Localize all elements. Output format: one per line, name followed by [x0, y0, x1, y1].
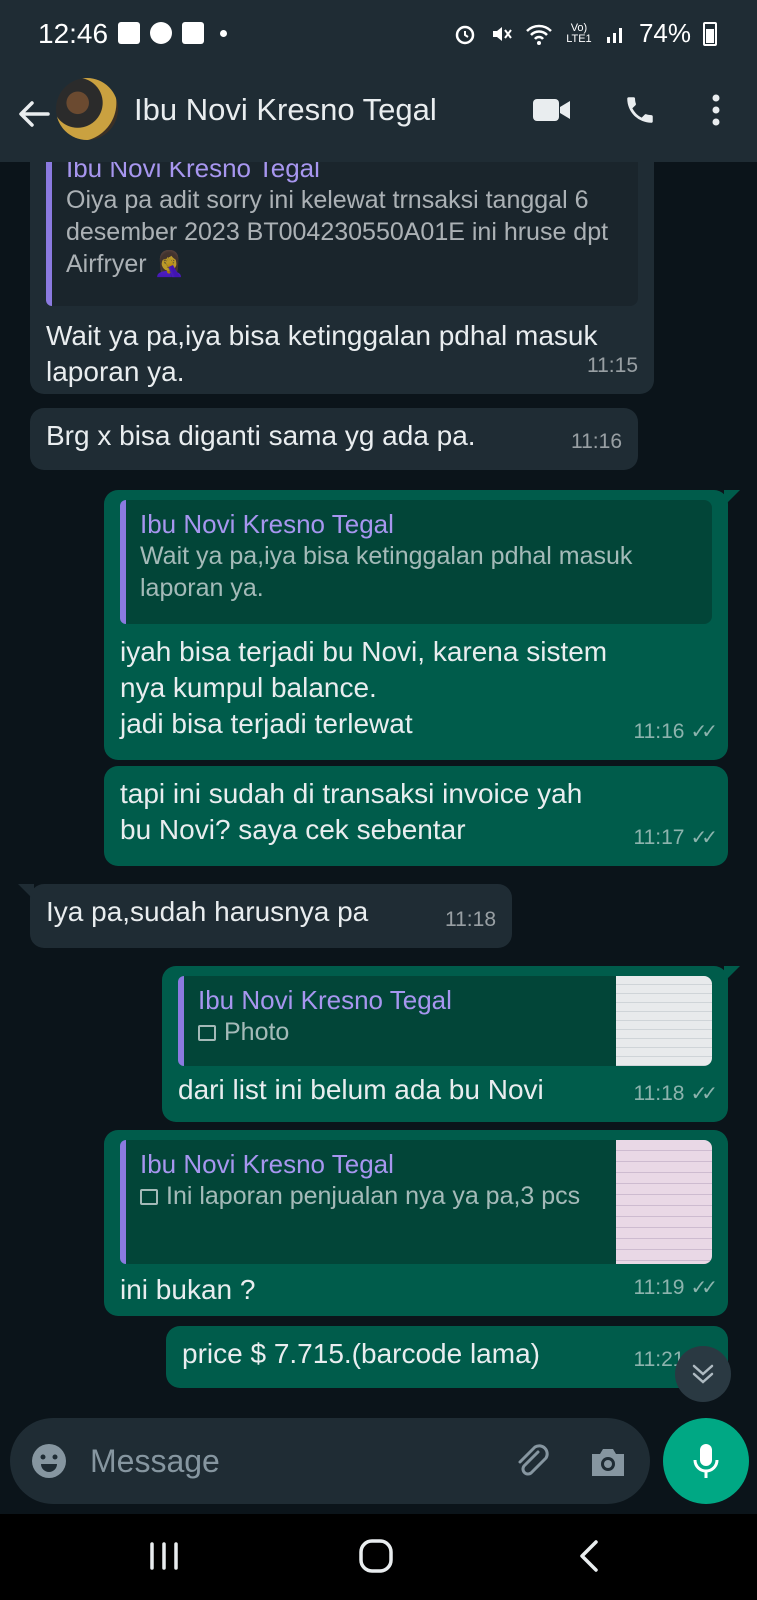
message-text: dari list ini belum ada bu Novi [178, 1074, 544, 1105]
paperclip-icon[interactable] [510, 1440, 554, 1484]
bubble-tail [724, 490, 740, 506]
phone-icon [627, 97, 653, 123]
arrow-left-icon[interactable] [14, 94, 54, 134]
battery-icon [703, 21, 717, 46]
read-receipt-icon: ✓✓ [690, 1083, 717, 1105]
instagram-icon [150, 22, 172, 44]
chevron-double-down-icon [692, 1364, 714, 1384]
more-notifications-icon [220, 29, 227, 37]
system-indicators: Vo) LTE1 74% [453, 18, 717, 49]
message-composer [10, 1418, 650, 1504]
quoted-message[interactable]: Ibu Novi Kresno Tegal Ini laporan penjua… [120, 1140, 712, 1264]
recent-apps-icon[interactable] [144, 1536, 184, 1576]
message-bubble[interactable]: Ibu Novi Kresno Tegal Photo dari list in… [162, 966, 740, 1122]
message-bubble[interactable]: tapi ini sudah di transaksi invoice yah … [104, 766, 728, 866]
photo-icon [140, 1189, 158, 1205]
quoted-author: Ibu Novi Kresno Tegal [140, 509, 394, 539]
message-bubble[interactable]: Ibu Novi Kresno Tegal Wait ya pa,iya bis… [104, 490, 740, 760]
quoted-author: Ibu Novi Kresno Tegal [198, 985, 452, 1015]
quoted-message[interactable]: Ibu Novi Kresno Tegal Oiya pa adit sorry… [46, 162, 638, 306]
home-icon[interactable] [356, 1536, 396, 1576]
message-bubble[interactable]: Ibu Novi Kresno Tegal Oiya pa adit sorry… [30, 162, 654, 394]
message-text: iyah bisa terjadi bu Novi, karena sistem… [120, 634, 712, 742]
signal-icon [606, 27, 622, 43]
notification-icons [118, 22, 227, 44]
battery-percent: 74% [638, 18, 691, 48]
more-options-button[interactable] [694, 88, 738, 132]
read-receipt-icon: ✓✓ [690, 1277, 717, 1299]
back-nav-icon[interactable] [570, 1536, 610, 1576]
mic-icon [693, 1444, 719, 1478]
message-line: jadi bisa terjadi terlewat [120, 708, 413, 739]
avatar[interactable] [56, 78, 118, 140]
message-bubble[interactable]: Brg x bisa diganti sama yg ada pa. 11:16 [30, 408, 638, 470]
photo-icon [198, 1025, 216, 1041]
contact-name[interactable]: Ibu Novi Kresno Tegal [134, 92, 437, 128]
mute-icon [492, 26, 512, 41]
message-time: 11:15 [587, 354, 638, 377]
emoji-icon[interactable] [30, 1442, 68, 1480]
quoted-message[interactable]: Ibu Novi Kresno Tegal Wait ya pa,iya bis… [120, 500, 712, 624]
wifi-icon [526, 24, 552, 45]
message-text: tapi ini sudah di transaksi invoice yah … [120, 778, 583, 845]
volte-label: Vo) LTE1 [566, 21, 592, 45]
quoted-photo-thumbnail [616, 976, 712, 1066]
message-time: 11:16 [571, 430, 622, 453]
message-bubble[interactable]: Ibu Novi Kresno Tegal Ini laporan penjua… [104, 1130, 728, 1316]
scroll-to-bottom-button[interactable] [675, 1346, 731, 1402]
message-line: nya kumpul balance. [120, 672, 377, 703]
video-call-icon [533, 99, 570, 121]
message-text: Wait ya pa,iya bisa ketinggalan pdhal ma… [46, 320, 598, 387]
quoted-text: Photo [224, 1018, 290, 1046]
voice-call-button[interactable] [618, 88, 662, 132]
message-time: 11:17 ✓✓ [633, 820, 717, 856]
mic-button[interactable] [663, 1418, 749, 1504]
message-line: iyah bisa terjadi bu Novi, karena sistem [120, 636, 608, 667]
quoted-author: Ibu Novi Kresno Tegal [66, 162, 320, 183]
gallery-icon [118, 22, 140, 44]
message-text: Brg x bisa diganti sama yg ada pa. [46, 420, 476, 451]
quoted-text: Oiya pa adit sorry ini kelewat trnsaksi … [66, 186, 609, 278]
read-receipt-icon: ✓✓ [690, 721, 717, 743]
message-bubble[interactable]: price $ 7.715.(barcode lama) 11:21✓✓ [166, 1326, 728, 1388]
message-list[interactable]: Ibu Novi Kresno Tegal Oiya pa adit sorry… [0, 162, 757, 1410]
message-time: 11:18 [445, 908, 496, 931]
message-time: 11:16 ✓✓ [633, 714, 717, 750]
alarm-icon [455, 25, 475, 44]
message-text: Iya pa,sudah harusnya pa [46, 896, 369, 927]
message-input[interactable] [90, 1440, 470, 1482]
message-time: 11:18 ✓✓ [633, 1076, 717, 1112]
camera-icon[interactable] [586, 1440, 630, 1484]
quoted-text: Wait ya pa,iya bisa ketinggalan pdhal ma… [140, 542, 633, 602]
quoted-author: Ibu Novi Kresno Tegal [140, 1149, 394, 1179]
bubble-tail [724, 966, 740, 982]
chat-screen: 12:46 Vo) LTE1 74% Ibu Novi Kresno Tegal [0, 0, 757, 1600]
quoted-photo-thumbnail [616, 1140, 712, 1264]
quoted-text: Ini laporan penjualan nya ya pa,3 pcs [166, 1182, 581, 1210]
quoted-message[interactable]: Ibu Novi Kresno Tegal Photo [178, 976, 712, 1066]
chat-header: Ibu Novi Kresno Tegal [0, 72, 757, 162]
message-text: ini bukan ? [120, 1274, 256, 1305]
video-call-button[interactable] [530, 88, 574, 132]
bubble-tail [18, 884, 34, 900]
message-bubble[interactable]: Iya pa,sudah harusnya pa 11:18 [18, 884, 512, 948]
more-vertical-icon [712, 94, 720, 126]
read-receipt-icon: ✓✓ [690, 827, 717, 849]
status-time: 12:46 [38, 18, 109, 49]
system-nav-bar [0, 1514, 757, 1600]
youtube-icon [182, 22, 204, 44]
status-bar: 12:46 Vo) LTE1 74% [0, 0, 757, 72]
message-time: 11:19 ✓✓ [633, 1270, 717, 1306]
